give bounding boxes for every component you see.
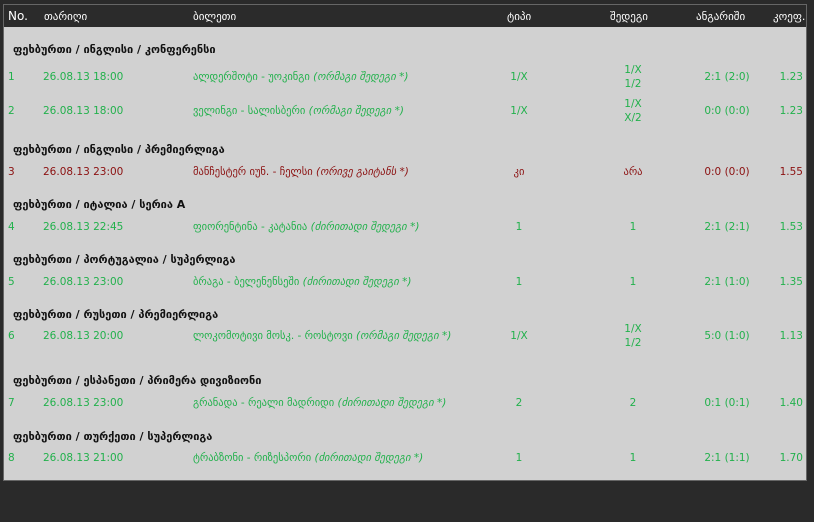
- bet-date: 26.08.13 20:00: [43, 330, 124, 342]
- bet-score: 2:1 (1:1): [704, 452, 750, 464]
- bet-score: 0:1 (0:1): [704, 397, 750, 409]
- bet-event: ლოკომოტივი მოსკ. - როსტოვი (ორმაგი შედეგ…: [193, 330, 451, 342]
- table-header: No. თარიღი ბილეთი ტიპი შედეგი ანგარიში კ…: [4, 5, 806, 28]
- bet-coef: 1.55: [779, 166, 803, 178]
- bet-date: 26.08.13 23:00: [43, 397, 124, 409]
- bet-event: ფიორენტინა - კატანია (ძირითადი შედეგი *): [193, 221, 419, 233]
- col-header-ticket: ბილეთი: [193, 10, 237, 23]
- bet-score: 2:1 (2:0): [704, 71, 750, 83]
- bet-event: ტრაბზონი - რიზესპორი (ძირითადი შედეგი *): [193, 452, 423, 464]
- bet-type: 1: [515, 452, 523, 464]
- col-header-date: თარიღი: [44, 10, 88, 23]
- result-line: X/2: [624, 112, 642, 124]
- bet-type: 1/X: [510, 330, 528, 342]
- league-title: ფეხბურთი / ინგლისი / პრემიერლიგა: [13, 143, 225, 156]
- bet-coef: 1.40: [779, 397, 803, 409]
- bet-score: 0:0 (0:0): [704, 166, 750, 178]
- league-title: ფეხბურთი / თურქეთი / სუპერლიგა: [13, 430, 213, 443]
- league-title: ფეხბურთი / ინგლისი / კონფერენსი: [13, 43, 216, 56]
- bet-event: გრანადა - რეალი მადრიდი (ძირითადი შედეგი…: [193, 397, 446, 409]
- event-market-note: (ძირითადი შედეგი *): [314, 452, 424, 464]
- event-teams: ლოკომოტივი მოსკ. - როსტოვი: [193, 330, 357, 342]
- bet-type: 1/X: [510, 71, 528, 83]
- bet-result: 1: [629, 452, 637, 464]
- bet-coef: 1.35: [779, 276, 803, 288]
- bet-type: კი: [513, 166, 525, 178]
- bet-event: ალდერშოტი - უოკინგი (ორმაგი შედეგი *): [193, 71, 408, 83]
- bet-result: 2: [629, 397, 637, 409]
- result-line: 1/2: [624, 337, 642, 349]
- bet-result: 1: [629, 276, 637, 288]
- bet-details-panel: No. თარიღი ბილეთი ტიპი შედეგი ანგარიში კ…: [3, 4, 807, 481]
- col-header-no: No.: [8, 9, 28, 23]
- bet-date: 26.08.13 23:00: [43, 276, 124, 288]
- bet-type: 1: [515, 276, 523, 288]
- col-header-result: შედეგი: [610, 10, 648, 23]
- col-header-type: ტიპი: [507, 10, 532, 23]
- bet-score: 2:1 (1:0): [704, 276, 750, 288]
- bet-event: ველინგი - სალისბერი (ორმაგი შედეგი *): [193, 105, 404, 117]
- event-teams: ტრაბზონი - რიზესპორი: [193, 452, 315, 464]
- event-market-note: (ძირითადი შედეგი *): [337, 397, 447, 409]
- bet-coef: 1.13: [779, 330, 803, 342]
- bet-coef: 1.23: [779, 71, 803, 83]
- bet-number: 8: [8, 452, 15, 464]
- bet-result: 1: [629, 221, 637, 233]
- league-title: ფეხბურთი / ესპანეთი / პრიმერა დივიზიონი: [13, 374, 262, 387]
- result-line: 1/X: [624, 323, 642, 335]
- bet-type: 1: [515, 221, 523, 233]
- result-line: 1/X: [624, 98, 642, 110]
- bet-number: 3: [8, 166, 15, 178]
- league-title: ფეხბურთი / იტალია / სერია A: [13, 198, 186, 211]
- bet-result: 1/X 1/2: [608, 63, 658, 91]
- bet-score: 2:1 (2:1): [704, 221, 750, 233]
- event-teams: გრანადა - რეალი მადრიდი: [193, 397, 338, 409]
- bet-date: 26.08.13 23:00: [43, 166, 124, 178]
- event-market-note: (ორივე გაიტანს *): [315, 166, 409, 178]
- event-teams: ალდერშოტი - უოკინგი: [193, 71, 314, 83]
- bet-date: 26.08.13 18:00: [43, 71, 124, 83]
- event-market-note: (ძირითადი შედეგი *): [310, 221, 420, 233]
- event-market-note: (ორმაგი შედეგი *): [356, 330, 452, 342]
- bet-type: 2: [515, 397, 523, 409]
- bet-number: 2: [8, 105, 15, 117]
- bet-number: 6: [8, 330, 15, 342]
- event-teams: მანჩესტერ იუნ. - ჩელსი: [193, 166, 316, 178]
- bet-date: 26.08.13 22:45: [43, 221, 124, 233]
- result-line: 1/2: [624, 78, 642, 90]
- bet-coef: 1.23: [779, 105, 803, 117]
- bet-coef: 1.70: [779, 452, 803, 464]
- bet-date: 26.08.13 21:00: [43, 452, 124, 464]
- event-market-note: (ორმაგი შედეგი *): [313, 71, 409, 83]
- event-market-note: (ძირითადი შედეგი *): [302, 276, 412, 288]
- event-market-note: (ორმაგი შედეგი *): [308, 105, 404, 117]
- bet-result: არა: [623, 166, 643, 178]
- bet-event: ბრაგა - ბელენენსეში (ძირითადი შედეგი *): [193, 276, 411, 288]
- bet-type: 1/X: [510, 105, 528, 117]
- event-teams: ფიორენტინა - კატანია: [193, 221, 311, 233]
- bet-date: 26.08.13 18:00: [43, 105, 124, 117]
- bet-event: მანჩესტერ იუნ. - ჩელსი (ორივე გაიტანს *): [193, 166, 409, 178]
- league-title: ფეხბურთი / რუსეთი / პრემიერლიგა: [13, 308, 219, 321]
- bet-coef: 1.53: [779, 221, 803, 233]
- bet-number: 1: [8, 71, 15, 83]
- event-teams: ველინგი - სალისბერი: [193, 105, 309, 117]
- bet-number: 4: [8, 221, 15, 233]
- league-title: ფეხბურთი / პორტუგალია / სუპერლიგა: [13, 253, 236, 266]
- col-header-coef: კოეფ.: [773, 10, 806, 23]
- bet-number: 7: [8, 397, 15, 409]
- result-line: 1/X: [624, 64, 642, 76]
- bet-score: 0:0 (0:0): [704, 105, 750, 117]
- bet-score: 5:0 (1:0): [704, 330, 750, 342]
- bet-result: 1/X X/2: [608, 97, 658, 125]
- event-teams: ბრაგა - ბელენენსეში: [193, 276, 303, 288]
- bet-number: 5: [8, 276, 15, 288]
- bet-result: 1/X 1/2: [608, 322, 658, 350]
- col-header-score: ანგარიში: [696, 10, 746, 23]
